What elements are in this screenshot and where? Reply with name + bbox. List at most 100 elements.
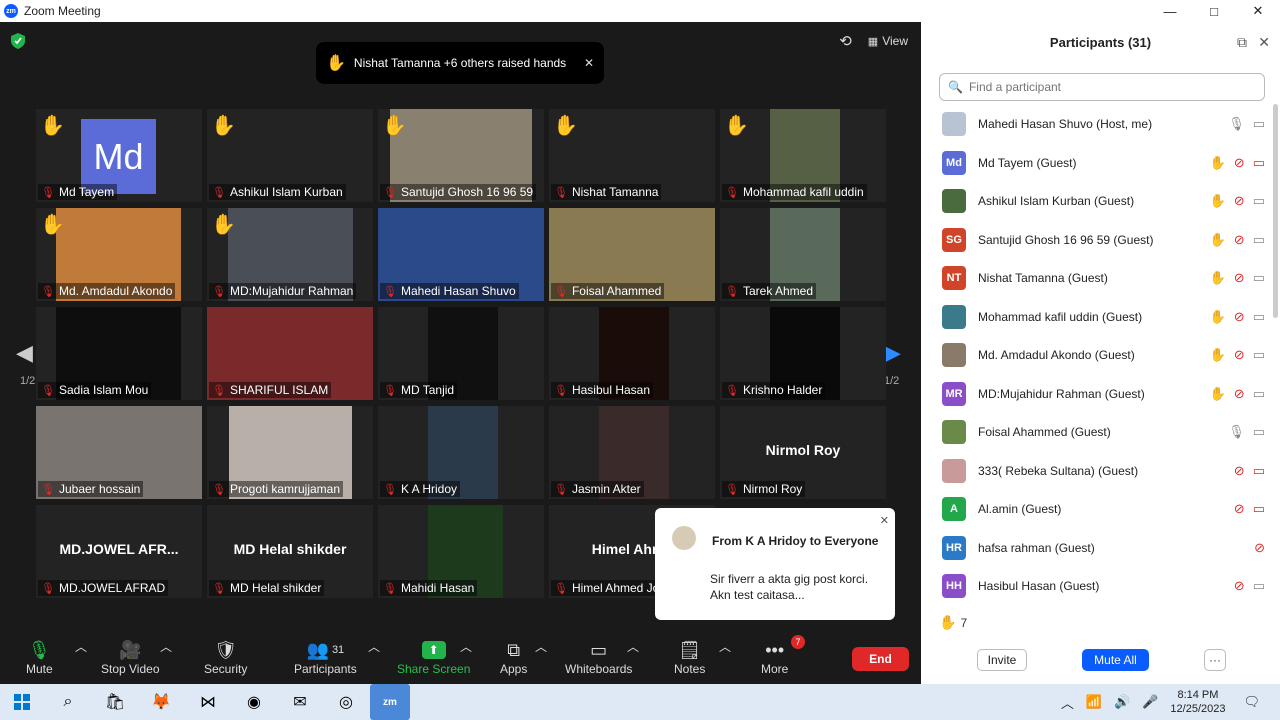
- participant-tile[interactable]: MD.JOWEL AFR... 🎙 MD.JOWEL AFRAD: [36, 505, 202, 598]
- search-input[interactable]: [968, 80, 1259, 94]
- participant-row[interactable]: HR hafsa rahman (Guest) ⊘: [921, 529, 1273, 567]
- chat-close-button[interactable]: ✕: [880, 514, 889, 527]
- participant-tile[interactable]: 🎙 Tarek Ahmed: [720, 208, 886, 301]
- participant-row[interactable]: 333( Rebeka Sultana) (Guest) ⊘ ▭: [921, 452, 1273, 490]
- popout-icon[interactable]: ⧉: [1237, 34, 1247, 51]
- participant-tile[interactable]: 🎙 Mahedi Hasan Shuvo: [378, 208, 544, 301]
- muted-mic-icon[interactable]: ⊘: [1234, 270, 1245, 286]
- participant-row[interactable]: MR MD:Mujahidur Rahman (Guest) ✋ ⊘ ▭: [921, 375, 1273, 413]
- participant-tile[interactable]: ✋ 🎙 Ashikul Islam Kurban: [207, 109, 373, 202]
- more-button[interactable]: ••• 7 More: [761, 635, 805, 676]
- participant-tile[interactable]: Nirmol Roy 🎙 Nirmol Roy: [720, 406, 886, 499]
- muted-mic-icon[interactable]: ⊘: [1234, 501, 1245, 517]
- muted-mic-icon[interactable]: ⊘: [1234, 155, 1245, 171]
- participants-options-caret[interactable]: ︿: [368, 638, 380, 655]
- view-button[interactable]: ▦ View: [868, 34, 908, 48]
- participant-tile[interactable]: 🎙 Hasibul Hasan: [549, 307, 715, 400]
- muted-mic-icon[interactable]: ⊘: [1234, 347, 1245, 363]
- participant-tile[interactable]: 🎙 K A Hridoy: [378, 406, 544, 499]
- tray-expand-icon[interactable]: ︿: [1061, 693, 1074, 712]
- muted-mic-icon[interactable]: ⊘: [1234, 193, 1245, 209]
- participant-tile[interactable]: 🎙 Progoti kamrujjaman: [207, 406, 373, 499]
- participant-tile[interactable]: 🎙 SHARIFUL ISLAM: [207, 307, 373, 400]
- video-off-icon[interactable]: ▭: [1253, 463, 1265, 479]
- toast-close-button[interactable]: ✕: [584, 56, 594, 70]
- video-camera-icon[interactable]: ▭: [1253, 347, 1265, 363]
- participant-row[interactable]: A Al.amin (Guest) ⊘ ▭: [921, 490, 1273, 528]
- participant-row[interactable]: Ashikul Islam Kurban (Guest) ✋ ⊘ ▭: [921, 182, 1273, 220]
- notifications-icon[interactable]: 🗨: [1243, 694, 1260, 710]
- participant-tile[interactable]: ✋ 🎙 Santujid Ghosh 16 96 59: [378, 109, 544, 202]
- firefox-icon[interactable]: 🦊: [149, 690, 173, 714]
- camera-switch-icon[interactable]: ⟲: [839, 32, 852, 50]
- previous-page-button[interactable]: ◀: [16, 340, 33, 366]
- muted-mic-icon[interactable]: ⊘: [1234, 463, 1245, 479]
- zoom-taskbar-icon[interactable]: zm: [370, 684, 410, 720]
- participant-row[interactable]: Mahedi Hasan Shuvo (Host, me) 🎙 ▭: [921, 105, 1273, 143]
- video-camera-icon[interactable]: ▭: [1253, 386, 1265, 402]
- muted-mic-icon[interactable]: ⊘: [1234, 309, 1245, 325]
- participant-tile[interactable]: ✋ 🎙 MD:Mujahidur Rahman: [207, 208, 373, 301]
- muted-mic-icon[interactable]: ⊘: [1254, 540, 1265, 556]
- mute-all-button[interactable]: Mute All: [1082, 649, 1149, 671]
- participant-tile[interactable]: ✋ 🎙 Md. Amdadul Akondo: [36, 208, 202, 301]
- whiteboards-options-caret[interactable]: ︿: [627, 638, 639, 655]
- muted-mic-icon[interactable]: ⊘: [1234, 578, 1245, 594]
- search-taskbar-icon[interactable]: ⌕: [56, 690, 80, 714]
- chrome-icon[interactable]: ◉: [242, 690, 266, 714]
- participant-search[interactable]: 🔍: [939, 73, 1265, 101]
- muted-mic-icon[interactable]: ⊘: [1234, 232, 1245, 248]
- vscode-icon[interactable]: ⋈: [196, 690, 220, 714]
- participant-tile[interactable]: ✋ 🎙 Mohammad kafil uddin: [720, 109, 886, 202]
- security-button[interactable]: 🛡 Security: [204, 638, 247, 677]
- windows-start-icon[interactable]: [10, 690, 34, 714]
- participant-tile[interactable]: 🎙 Jubaer hossain: [36, 406, 202, 499]
- participant-tile[interactable]: 🎙 Jasmin Akter: [549, 406, 715, 499]
- mail-icon[interactable]: ✉: [288, 690, 312, 714]
- notes-button[interactable]: 🗒 Notes: [674, 638, 705, 677]
- notes-options-caret[interactable]: ︿: [719, 638, 731, 655]
- video-camera-icon[interactable]: ▭: [1253, 309, 1265, 325]
- participant-tile[interactable]: 🎙 Sadia Islam Mou: [36, 307, 202, 400]
- apps-button[interactable]: ⧉ Apps: [500, 638, 527, 677]
- participant-tile[interactable]: MD Helal shikder 🎙 MD Helal shikder: [207, 505, 373, 598]
- participant-row[interactable]: HH Hasibul Hasan (Guest) ⊘ ▭: [921, 567, 1273, 600]
- chat-notification[interactable]: From K A Hridoy to Everyone Sir fiverr a…: [655, 508, 895, 620]
- panel-close-button[interactable]: ✕: [1258, 34, 1270, 51]
- participant-row[interactable]: Md Md Tayem (Guest) ✋ ⊘ ▭: [921, 144, 1273, 182]
- microphone-icon[interactable]: 🎙: [1228, 424, 1245, 440]
- whiteboards-button[interactable]: ▭ Whiteboards: [565, 638, 632, 677]
- participant-tile[interactable]: 🎙 Mahidi Hasan: [378, 505, 544, 598]
- end-meeting-button[interactable]: End: [852, 647, 909, 671]
- video-camera-icon[interactable]: ▭: [1253, 193, 1265, 209]
- close-window-button[interactable]: ✕: [1236, 0, 1280, 22]
- video-camera-icon[interactable]: ▭: [1253, 578, 1265, 594]
- participant-tile[interactable]: 🎙 Krishno Halder: [720, 307, 886, 400]
- store-icon[interactable]: 🛍: [103, 690, 127, 714]
- participant-list-scrollbar[interactable]: [1273, 104, 1278, 318]
- video-camera-icon[interactable]: ▭: [1253, 270, 1265, 286]
- video-camera-icon[interactable]: ▭: [1253, 424, 1265, 440]
- participant-tile[interactable]: 🎙 Foisal Ahammed: [549, 208, 715, 301]
- next-page-button[interactable]: ▶: [884, 340, 901, 366]
- participant-tile[interactable]: ✋ 🎙 Nishat Tamanna: [549, 109, 715, 202]
- microphone-icon[interactable]: 🎙: [1228, 116, 1245, 132]
- video-off-icon[interactable]: ▭: [1253, 155, 1265, 171]
- participant-row[interactable]: NT Nishat Tamanna (Guest) ✋ ⊘ ▭: [921, 259, 1273, 297]
- participant-row[interactable]: SG Santujid Ghosh 16 96 59 (Guest) ✋ ⊘ ▭: [921, 221, 1273, 259]
- audio-options-caret[interactable]: ︿: [75, 638, 87, 655]
- volume-icon[interactable]: 🔊: [1114, 694, 1130, 710]
- apps-options-caret[interactable]: ︿: [535, 638, 547, 655]
- participants-more-button[interactable]: ···: [1204, 649, 1226, 671]
- mute-button[interactable]: 🎙 Mute: [26, 638, 53, 677]
- participant-row[interactable]: Foisal Ahammed (Guest) 🎙 ▭: [921, 413, 1273, 451]
- video-off-icon[interactable]: ▭: [1253, 501, 1265, 517]
- stop-video-button[interactable]: 🎥 Stop Video: [101, 638, 160, 677]
- invite-button[interactable]: Invite: [977, 649, 1027, 671]
- video-camera-icon[interactable]: ▭: [1253, 232, 1265, 248]
- minimize-button[interactable]: —: [1148, 0, 1192, 22]
- mic-tray-icon[interactable]: 🎤: [1142, 694, 1158, 710]
- maximize-button[interactable]: □: [1192, 0, 1236, 22]
- clock[interactable]: 8:14 PM 12/25/2023: [1170, 688, 1225, 716]
- muted-mic-icon[interactable]: ⊘: [1234, 386, 1245, 402]
